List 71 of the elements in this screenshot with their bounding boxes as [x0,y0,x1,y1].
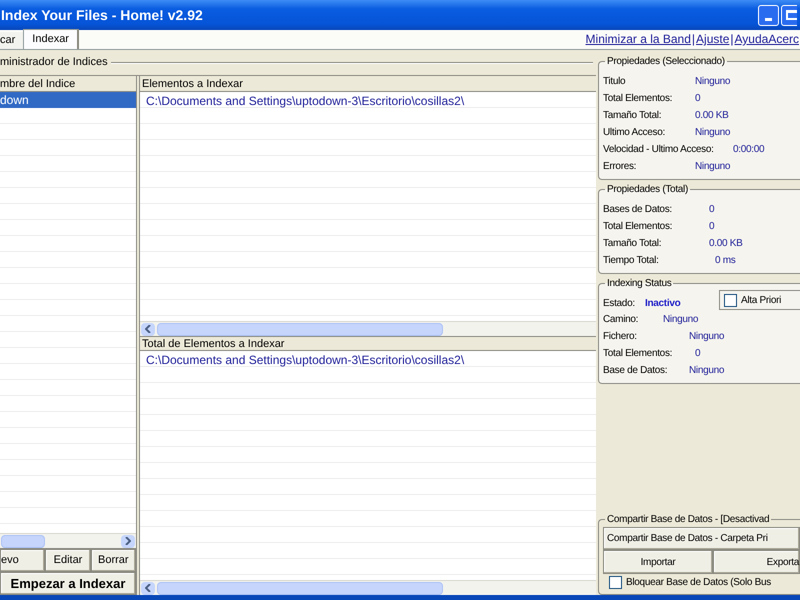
field-value: Ninguno [663,313,698,327]
menu-link[interactable]: Minimizar a la Band [586,30,691,48]
field-label: Camino: [603,313,640,327]
field-label: Total Elementos: [603,92,674,106]
checkbox-label: Alta Priori [741,294,782,308]
field-label: Bases de Datos: [603,203,673,217]
field-value: Ninguno [695,75,730,89]
link-separator: | [692,31,696,48]
field-label: Tamaño Total: [603,237,662,251]
window-title: Index Your Files - Home! v2.92 [1,6,204,24]
start-indexing-button[interactable]: Empezar a Indexar [0,572,136,595]
scroll-left-arrow-icon[interactable] [141,322,155,336]
export-button[interactable]: Exporta [713,550,800,574]
field-value: 0 [695,347,700,361]
field-value: 0 [709,220,714,234]
group-title: Compartir Base de Datos - [Desactivad [606,513,770,527]
scroll-thumb[interactable] [157,322,443,336]
field-label: Titulo [603,75,626,89]
field-value: 0.00 KB [695,109,728,123]
path-item[interactable]: C:\Documents and Settings\uptodown-3\Escritorio\cosillas2\ [146,353,596,369]
group-title: Propiedades (Seleccionado) [606,55,726,69]
action-button[interactable]: evo [0,549,46,572]
field-value: 0 ms [715,254,736,268]
path-item[interactable]: C:\Documents and Settings\uptodown-3\Escritorio\cosillas2\ [146,94,596,110]
field-label: Total Elementos: [603,347,674,361]
menu-link[interactable]: Ajuste [696,30,730,48]
field-value: Ninguno [695,160,730,174]
column-header[interactable]: Total de Elementos a Indexar [140,336,596,351]
status-value: Inactivo [645,296,682,310]
tab[interactable]: Indexar [23,29,79,49]
checkbox-label: Bloquear Base de Datos (Solo Bus [626,576,771,590]
field-value: Ninguno [689,364,724,378]
field-value: 0.00 KB [709,237,742,251]
scroll-thumb[interactable] [157,582,443,594]
horizontal-scrollbar[interactable] [140,321,596,336]
priority-option[interactable]: Alta Priori [719,290,800,310]
field-value: Ninguno [695,126,730,140]
field-value: 0 [709,203,714,217]
field-label: Velocidad - Ultimo Acceso: [603,143,715,157]
field-label: Total Elementos: [603,220,674,234]
group-title: Indexing Status [606,277,672,291]
link-separator: | [730,31,734,48]
list-item[interactable]: down [0,92,136,108]
field-label: Fichero: [603,330,638,344]
group-title: Propiedades (Total) [606,183,690,197]
checkbox[interactable] [724,294,737,306]
horizontal-scrollbar[interactable] [140,580,596,595]
field-label: Tamaño Total: [603,109,662,123]
field-label: Ultimo Acceso: [603,126,666,140]
field-label: Base de Datos: [603,364,668,378]
share-button[interactable]: Compartir Base de Datos - Carpeta Pri [603,527,800,550]
checkbox[interactable] [609,576,622,588]
maximize-button[interactable] [781,4,797,26]
scroll-thumb[interactable] [1,534,45,548]
minimize-button[interactable] [758,4,779,26]
action-button[interactable]: Borrar [90,549,136,572]
horizontal-scrollbar[interactable] [0,533,136,548]
field-label: Tiempo Total: [603,254,660,268]
menu-link[interactable]: AyudaAcerc [734,30,799,48]
field-value: Ninguno [689,330,724,344]
scroll-left-arrow-icon[interactable] [141,582,155,594]
field-label: Estado: [603,296,636,310]
tab[interactable]: car [0,32,24,49]
import-button[interactable]: Importar [603,550,713,574]
column-header[interactable]: mbre del Indice [0,76,136,92]
field-value: 0 [695,92,700,106]
field-label: Errores: [603,160,638,174]
action-button[interactable]: Editar [45,549,91,572]
field-value: 0:00:00 [733,143,764,157]
section-title: ministrador de Indices [0,55,108,70]
scroll-right-arrow-icon[interactable] [121,534,135,548]
